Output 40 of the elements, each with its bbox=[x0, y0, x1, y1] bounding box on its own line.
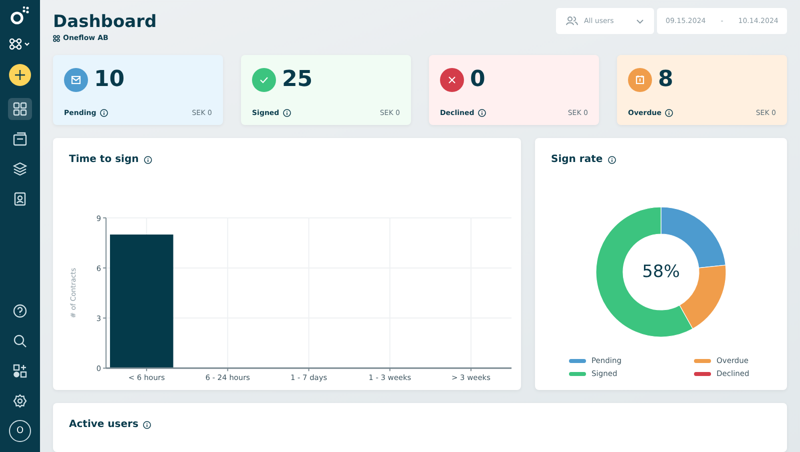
stat-count: 0 bbox=[470, 67, 486, 92]
signed-status-icon bbox=[252, 68, 276, 92]
info-icon[interactable] bbox=[478, 109, 486, 117]
card-title: Active users bbox=[69, 419, 138, 430]
apps-icon[interactable] bbox=[13, 364, 27, 378]
stat-count: 8 bbox=[658, 67, 674, 92]
legend-swatch bbox=[568, 358, 586, 362]
search-icon[interactable] bbox=[13, 334, 27, 348]
users-icon bbox=[566, 16, 578, 26]
layers-icon[interactable] bbox=[13, 162, 27, 176]
create-button[interactable] bbox=[9, 64, 31, 86]
info-icon[interactable] bbox=[144, 156, 152, 164]
logo-icon bbox=[10, 6, 30, 26]
legend-swatch bbox=[568, 372, 586, 376]
declined-status-icon bbox=[440, 68, 464, 92]
help-icon[interactable] bbox=[13, 304, 27, 318]
stat-count: 25 bbox=[282, 67, 313, 92]
grid-icon[interactable] bbox=[13, 102, 27, 116]
page-title: Dashboard bbox=[53, 12, 157, 32]
card-title: Sign rate bbox=[551, 154, 603, 165]
overdue-status-icon bbox=[628, 68, 652, 92]
chevron-down-icon bbox=[636, 18, 644, 24]
info-icon[interactable] bbox=[283, 109, 292, 117]
stat-count: 10 bbox=[94, 67, 125, 92]
legend-swatch bbox=[694, 358, 710, 362]
card-title: Time to sign bbox=[69, 154, 139, 165]
plus-icon[interactable] bbox=[15, 70, 25, 80]
settings-icon[interactable] bbox=[13, 394, 27, 408]
info-icon[interactable] bbox=[100, 109, 108, 117]
document-icon[interactable] bbox=[13, 132, 27, 146]
info-icon[interactable] bbox=[608, 156, 616, 164]
info-icon[interactable] bbox=[665, 109, 674, 117]
user-avatar[interactable]: O bbox=[9, 420, 31, 442]
grid-nav-item[interactable] bbox=[8, 98, 32, 120]
contact-card-icon[interactable] bbox=[13, 192, 27, 206]
legend-swatch bbox=[694, 372, 710, 376]
sign-rate-value: 58% bbox=[641, 262, 681, 282]
workspace-icon bbox=[53, 34, 60, 42]
info-icon[interactable] bbox=[143, 420, 152, 428]
pending-status-icon bbox=[64, 68, 88, 92]
